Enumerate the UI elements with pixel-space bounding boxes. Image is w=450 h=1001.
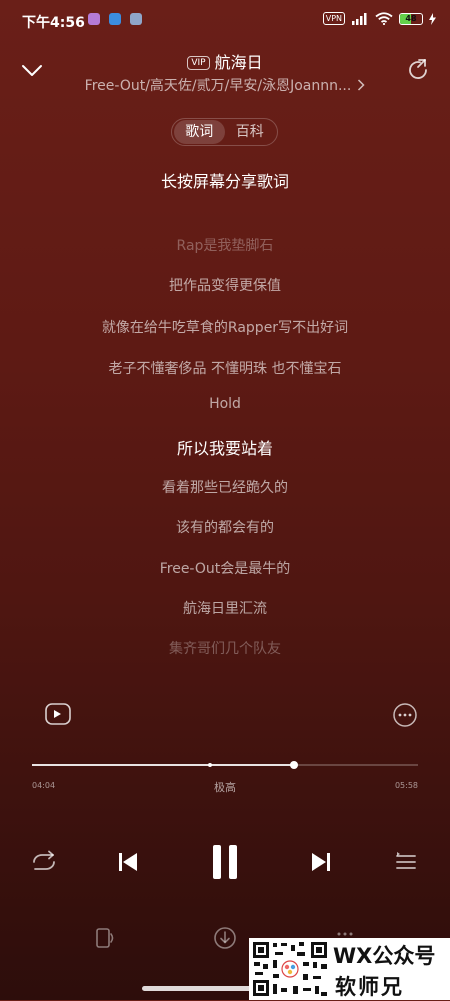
- vip-badge: VIP: [187, 56, 210, 70]
- pause-icon: [213, 845, 237, 879]
- artist-link[interactable]: Free-Out/高天佐/贰万/早安/泳恩Joannn...: [72, 75, 378, 95]
- playlist-button[interactable]: [388, 838, 424, 886]
- song-title-row: VIP 航海日: [0, 49, 450, 73]
- watermark-line1: WX公众号: [333, 944, 436, 968]
- lyric-line[interactable]: 就像在给牛吃草食的Rapper写不出好词: [0, 317, 450, 337]
- battery-level: 48: [405, 13, 417, 23]
- lyric-line[interactable]: Rap是我垫脚石: [0, 235, 450, 255]
- lyric-line[interactable]: 看着那些已经跪久的: [0, 477, 450, 497]
- next-button[interactable]: [303, 838, 339, 886]
- next-icon: [312, 853, 330, 871]
- signal-icon: [352, 12, 367, 25]
- share-lyrics-hint: 长按屏幕分享歌词: [160, 172, 289, 191]
- progress-played: [32, 764, 295, 766]
- previous-button[interactable]: [110, 838, 146, 886]
- lyric-line[interactable]: 把作品变得更保值: [0, 275, 450, 295]
- lyric-line-current[interactable]: 所以我要站着: [0, 435, 450, 459]
- device-button[interactable]: [92, 925, 118, 951]
- more-actions-button[interactable]: [332, 925, 358, 937]
- song-title: 航海日: [214, 53, 263, 72]
- lyric-line[interactable]: 该有的都会有的: [0, 517, 450, 537]
- artist-names: Free-Out/高天佐/贰万/早安/泳恩Joannn...: [84, 78, 352, 94]
- total-time: 05:58: [394, 781, 418, 790]
- repeat-icon: [33, 850, 55, 870]
- tab-lyrics[interactable]: 歌词: [174, 120, 225, 144]
- floating-lyrics-icon: [45, 703, 71, 725]
- playlist-icon: [396, 852, 416, 869]
- tab-encyclopedia[interactable]: 百科: [225, 120, 276, 144]
- status-right: VPN 48: [322, 12, 436, 25]
- player-header: VIP 航海日 Free-Out/高天佐/贰万/早安/泳恩Joannn...: [0, 40, 450, 110]
- chevron-right-icon: [357, 79, 365, 95]
- vpn-badge: VPN: [322, 12, 345, 25]
- previous-icon: [119, 853, 137, 871]
- status-app-icons: [88, 13, 142, 25]
- download-icon: [214, 927, 236, 949]
- lyric-line[interactable]: Hold: [0, 396, 450, 412]
- status-time: 下午4:56: [22, 15, 85, 31]
- wifi-icon: [375, 12, 393, 25]
- watermark: WX公众号 软师兄: [249, 938, 450, 1000]
- more-circle-icon: [393, 703, 417, 727]
- status-bar: 下午4:56 VPN 48: [0, 0, 450, 40]
- playback-controls: [0, 838, 450, 886]
- app-icon-3: [130, 13, 142, 25]
- share-button[interactable]: [404, 56, 432, 84]
- app-icon-2: [109, 13, 121, 25]
- charging-icon: [429, 12, 436, 25]
- download-button[interactable]: [212, 925, 238, 951]
- lyric-actions: [0, 700, 450, 730]
- lyric-line[interactable]: 集齐哥们几个队友: [0, 638, 450, 658]
- progress-buffer-marker: [207, 763, 212, 767]
- play-pause-button[interactable]: [200, 838, 250, 886]
- watermark-line2: 软师兄: [335, 975, 404, 999]
- audio-quality-button[interactable]: 极高: [0, 779, 450, 795]
- progress-bar[interactable]: [32, 761, 418, 769]
- progress-thumb[interactable]: [290, 761, 299, 769]
- lyric-line[interactable]: Free-Out会是最牛的: [0, 558, 450, 578]
- lyric-line[interactable]: 老子不懂奢侈品 不懂明珠 也不懂宝石: [0, 358, 450, 378]
- floating-lyrics-button[interactable]: [44, 702, 72, 726]
- lyric-line[interactable]: 航海日里汇流: [0, 598, 450, 618]
- qr-code-image: [251, 940, 329, 998]
- share-icon: [409, 59, 427, 79]
- more-options-button[interactable]: [392, 702, 418, 728]
- loop-mode-button[interactable]: [26, 838, 62, 886]
- device-icon: [96, 928, 114, 948]
- app-icon-1: [88, 13, 100, 25]
- battery-indicator: 48: [399, 12, 423, 25]
- lyrics-tabs: 歌词 百科: [171, 118, 278, 146]
